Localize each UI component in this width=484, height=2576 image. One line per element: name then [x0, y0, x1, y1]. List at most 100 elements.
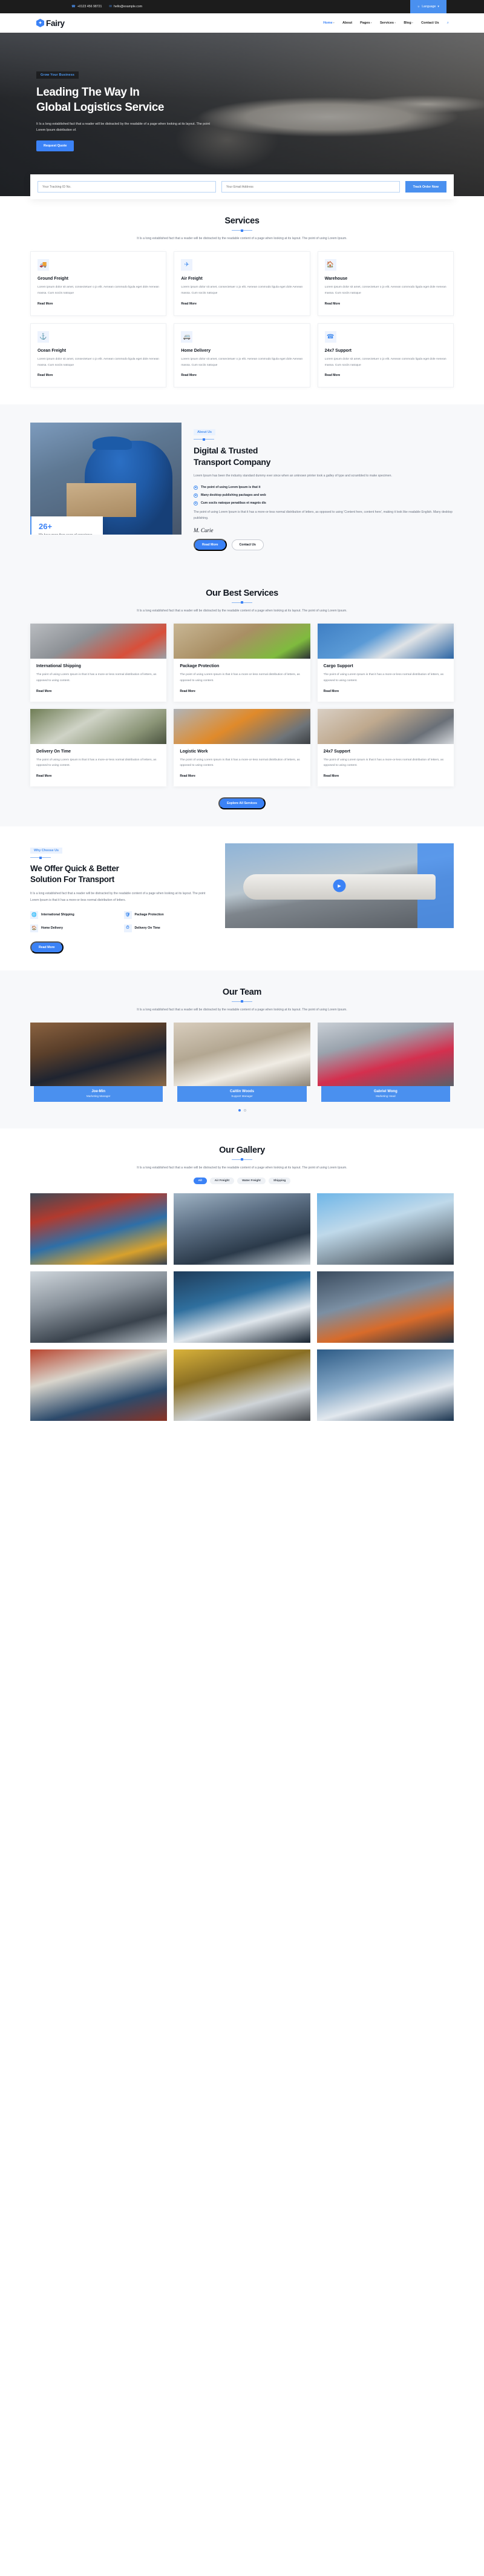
- nav-item-services[interactable]: Services+: [380, 21, 396, 25]
- service-read-more-link[interactable]: Read More: [38, 302, 53, 306]
- service-read-more-link[interactable]: Read More: [181, 374, 197, 377]
- service-read-more-link[interactable]: Read More: [325, 302, 341, 306]
- best-service-text: The point of using Lorem Ipsum is that i…: [180, 758, 300, 768]
- about-contact-us-button[interactable]: Contact Us: [231, 539, 264, 550]
- team-member-card[interactable]: Joe-Min Marketing Manager: [30, 1022, 167, 1102]
- why-video-column: ▶: [225, 843, 454, 929]
- best-service-card-package-protection[interactable]: Package Protection The point of using Lo…: [174, 624, 310, 702]
- nav-item-pages[interactable]: Pages+: [360, 21, 372, 25]
- carousel-dot-active[interactable]: [238, 1108, 241, 1112]
- best-service-card-logistic-work[interactable]: Logistic Work The point of using Lorem I…: [174, 708, 310, 787]
- nav-item-home[interactable]: Home+: [323, 21, 335, 25]
- why-feature-home-delivery: 🏠 Home Delivery: [30, 924, 119, 932]
- gallery-item[interactable]: [174, 1349, 310, 1421]
- experience-stat-card: 26+ We have more than years of experienc…: [30, 516, 103, 535]
- card-photo: [30, 624, 167, 659]
- search-icon[interactable]: ⌕: [447, 21, 449, 25]
- best-service-text: The point of using Lorem Ipsum is that i…: [323, 673, 444, 682]
- explore-all-services-button[interactable]: Explore All Services: [218, 797, 266, 810]
- best-service-read-more-link[interactable]: Read More: [180, 690, 195, 693]
- services-grid: 🚚 Ground Freight Lorem ipsum dolor sit a…: [30, 251, 454, 388]
- why-video-thumbnail[interactable]: ▶: [225, 843, 454, 929]
- gallery-subtitle: It Is a long established fact that a rea…: [137, 1165, 347, 1170]
- topbar-email[interactable]: ✉ hello@example.com: [109, 5, 142, 8]
- language-switcher[interactable]: ☼ Language ▾: [410, 0, 446, 13]
- hero-content: Grow Your Business Leading The Way In Gl…: [0, 33, 484, 151]
- team-member-card[interactable]: Gabriel Wong Marketing Head: [317, 1022, 454, 1102]
- best-service-read-more-link[interactable]: Read More: [324, 690, 339, 693]
- team-member-role: Support Manager: [231, 1094, 253, 1098]
- team-member-info: Caitlin Woods Support Manager: [177, 1085, 307, 1102]
- gallery-filter-tabs: All Air Freight Water Freight Shipping: [30, 1178, 454, 1185]
- services-header: Services It Is a long established fact t…: [30, 216, 454, 242]
- gallery-item[interactable]: [174, 1271, 310, 1343]
- tab-air-freight[interactable]: Air Freight: [209, 1178, 235, 1185]
- gallery-grid: [30, 1193, 454, 1421]
- gallery-item[interactable]: [30, 1271, 167, 1343]
- delivery-van-icon: 🚐: [181, 331, 193, 343]
- best-service-card-cargo-support[interactable]: Cargo Support The point of using Lorem I…: [317, 624, 454, 702]
- team-title: Our Team: [222, 987, 262, 997]
- logo-mark-icon: ✦: [36, 19, 44, 27]
- gallery-item[interactable]: [317, 1271, 454, 1343]
- page-root: ☎ +0123 456 98721 ✉ hello@example.com ☼ …: [0, 0, 484, 1438]
- best-service-read-more-link[interactable]: Read More: [36, 690, 52, 693]
- best-service-read-more-link[interactable]: Read More: [36, 774, 52, 778]
- service-card-warehouse[interactable]: 🏠 Warehouse Lorem ipsum dolor sit amet, …: [317, 251, 454, 316]
- email-address-input[interactable]: [221, 181, 400, 193]
- tab-all[interactable]: All: [193, 1178, 207, 1185]
- about-section: 26+ We have more than years of experienc…: [0, 404, 484, 572]
- service-read-more-link[interactable]: Read More: [38, 374, 53, 377]
- section-divider: [232, 1158, 252, 1161]
- team-member-info: Joe-Min Marketing Manager: [34, 1085, 163, 1102]
- gallery-item[interactable]: [30, 1193, 167, 1265]
- why-choose-us-section: Why Choose Us We Offer Quick & Better So…: [0, 826, 484, 970]
- gallery-item[interactable]: [317, 1193, 454, 1265]
- radio-check-icon: [194, 485, 198, 490]
- track-order-button[interactable]: Track Order Now: [405, 181, 447, 193]
- service-card-ground-freight[interactable]: 🚚 Ground Freight Lorem ipsum dolor sit a…: [30, 251, 167, 316]
- brand-logo[interactable]: ✦ Fairy: [0, 19, 65, 28]
- why-read-more-button[interactable]: Read More: [30, 941, 64, 954]
- service-text: Lorem ipsum dolor sit amet, consectetuer…: [181, 357, 303, 367]
- phone-icon: ☎: [71, 5, 76, 8]
- gallery-item[interactable]: [30, 1349, 167, 1421]
- team-member-card[interactable]: Caitlin Woods Support Manager: [174, 1022, 310, 1102]
- globe-icon: 🌐: [30, 911, 38, 919]
- tracking-id-input[interactable]: [38, 181, 216, 193]
- gallery-item[interactable]: [174, 1193, 310, 1265]
- best-service-card-24x7-support[interactable]: 24x7 Support The point of using Lorem Ip…: [317, 708, 454, 787]
- play-icon[interactable]: ▶: [333, 879, 346, 892]
- top-contact-group: ☎ +0123 456 98721 ✉ hello@example.com: [0, 5, 142, 8]
- service-card-24x7-support[interactable]: ☎ 24x7 Support Lorem ipsum dolor sit ame…: [317, 323, 454, 388]
- nav-item-about[interactable]: About: [342, 21, 352, 25]
- radio-check-icon: [194, 493, 198, 498]
- service-card-ocean-freight[interactable]: ⚓ Ocean Freight Lorem ipsum dolor sit am…: [30, 323, 167, 388]
- about-worker-cap: [92, 436, 132, 450]
- request-quote-button[interactable]: Request Quote: [36, 140, 74, 151]
- about-bullet-label: The point of using Lorem Ipsum is that i…: [201, 486, 261, 490]
- best-service-read-more-link[interactable]: Read More: [180, 774, 195, 778]
- best-service-card-international-shipping[interactable]: International Shipping The point of usin…: [30, 624, 167, 702]
- topbar-phone[interactable]: ☎ +0123 456 98721: [71, 5, 102, 8]
- about-read-more-button[interactable]: Read More: [194, 538, 227, 551]
- service-text: Lorem ipsum dolor sit amet, consectetuer…: [324, 286, 446, 295]
- nav-item-contact-us[interactable]: Contact Us: [421, 21, 439, 25]
- best-service-read-more-link[interactable]: Read More: [324, 774, 339, 778]
- about-eyebrow: About Us: [194, 429, 215, 436]
- nav-item-blog[interactable]: Blog+: [404, 21, 413, 25]
- best-service-card-delivery-on-time[interactable]: Delivery On Time The point of using Lore…: [30, 708, 167, 787]
- team-member-name: Joe-Min: [91, 1089, 105, 1093]
- nav-menu: Home+ About Pages+ Services+ Blog+ Conta…: [323, 21, 484, 25]
- carousel-dot[interactable]: [243, 1108, 246, 1112]
- tab-water-freight[interactable]: Water Freight: [237, 1178, 266, 1185]
- services-title: Services: [224, 216, 260, 226]
- tab-shipping[interactable]: Shipping: [268, 1178, 291, 1185]
- service-card-air-freight[interactable]: ✈ Air Freight Lorem ipsum dolor sit amet…: [174, 251, 310, 316]
- service-read-more-link[interactable]: Read More: [325, 374, 341, 377]
- service-read-more-link[interactable]: Read More: [181, 302, 197, 306]
- service-text: Lorem ipsum dolor sit amet, consectetuer…: [38, 357, 159, 367]
- service-card-home-delivery[interactable]: 🚐 Home Delivery Lorem ipsum dolor sit am…: [174, 323, 310, 388]
- why-text-column: Why Choose Us We Offer Quick & Better So…: [30, 843, 212, 954]
- gallery-item[interactable]: [317, 1349, 454, 1421]
